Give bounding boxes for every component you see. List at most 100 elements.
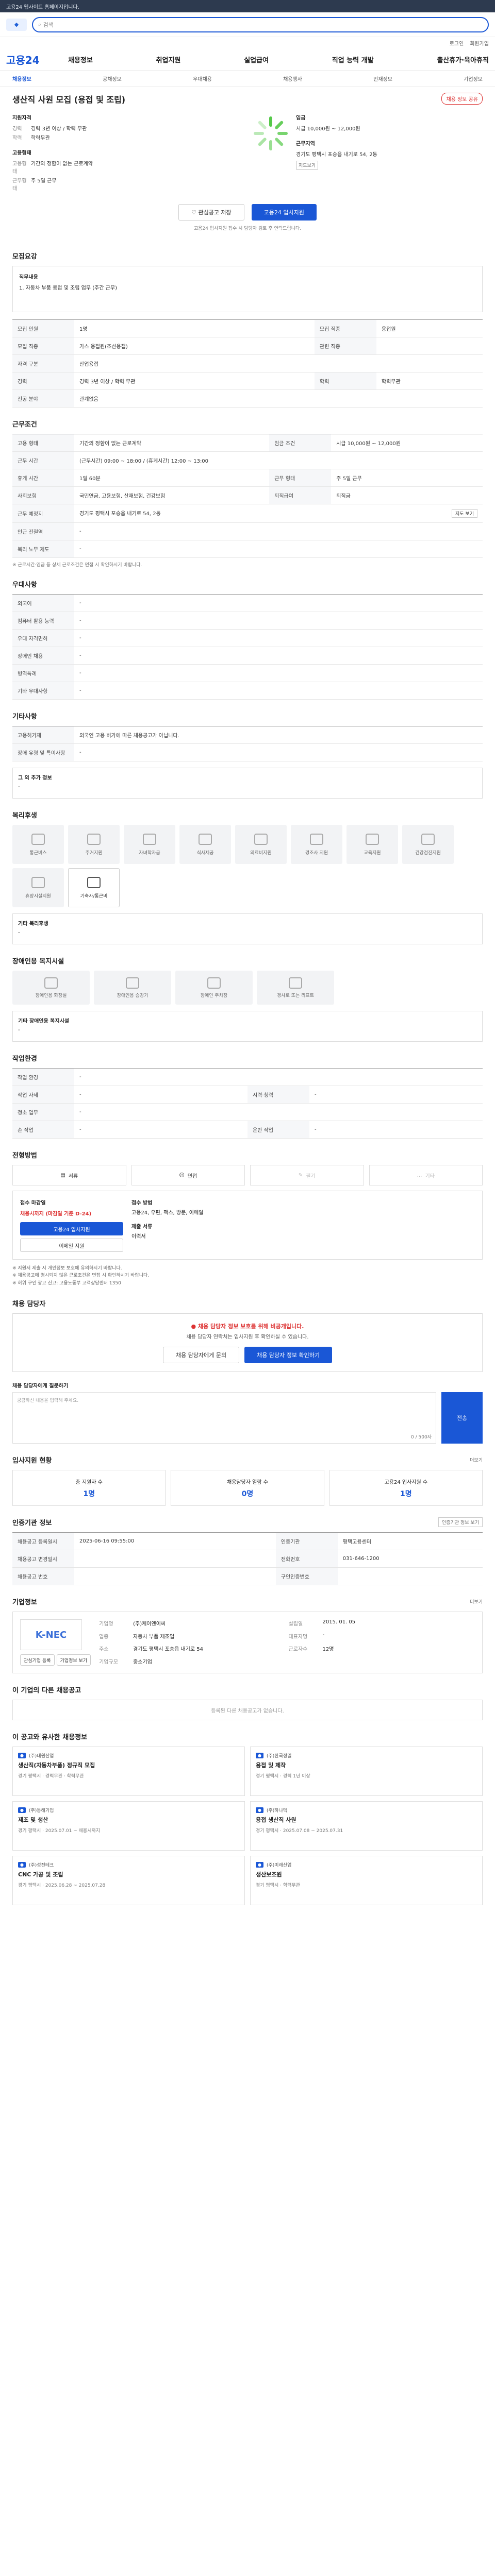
table-head: 장애인 채용 [12,647,74,665]
table-head: 모집 직종 [314,319,376,337]
method-step: ✎ 필기 [250,1165,364,1185]
gnb-item-benefit[interactable]: 실업급여 [244,55,269,64]
section-status: 입사지원 현황 더보기 총 지원자 수 1명 채용담당자 열람 수 0명 고용24 … [0,1444,495,1506]
rec-card[interactable]: ● (주)대원산업 생산직(자동차부품) 정규직 모집 경기 평택시 · 경력무관 ·… [12,1747,245,1797]
cert-view-button[interactable]: 인증기관 정보 보기 [438,1517,483,1528]
welfare-item: 자녀학자금 [124,825,175,864]
rec-card[interactable]: ● (주)성진테크 CNC 가공 및 조립 경기 평택시 · 2025.06.28 ~… [12,1856,245,1906]
status-card: 고용24 입사지원 수 1명 [329,1470,483,1506]
interest-button[interactable]: ♡ 관심공고 저장 [178,204,244,221]
logo-icon[interactable]: ◆ [6,18,27,31]
contact-ask-button[interactable]: 채용 담당자에게 문의 [163,1347,240,1364]
table-row: 사회보험 국민연금, 고용보험, 산재보험, 건강보험 퇴직급여 퇴직금 [12,486,483,504]
status-more-link[interactable]: 더보기 [470,1456,483,1463]
table-cell: - [74,1086,248,1104]
rec-title: 용접 및 제작 [256,1762,286,1769]
ask-wrap: 궁금하신 내용을 입력해 주세요. 0 / 500자 전송 [12,1392,483,1444]
method-row: ▤ 서류 ☺ 면접 ✎ 필기 … 기타 [12,1165,483,1185]
brand-logo[interactable]: 고용24 [6,52,68,67]
rec-card[interactable]: ● (주)미래산업 생산보조원 경기 평택시 · 학력무관 [250,1856,483,1906]
table-cell [74,1567,276,1586]
signup-link[interactable]: 회원가입 [470,39,489,47]
map-button[interactable]: 지도 보기 [452,509,477,518]
gnb-item-leave[interactable]: 출산휴가·육아휴직 [437,55,489,64]
rec-card[interactable]: ● (주)하나텍 용접 생산직 사원 경기 평택시 · 2025.07.08 ~ 20… [250,1801,483,1851]
subnav-item-jobs[interactable]: 채용정보 [12,75,31,82]
table-cell: - [74,664,483,682]
company-badge-icon: ● [256,1807,263,1814]
table-head: 채용공고 등록일시 [12,1532,74,1551]
table-row: 고용허가제 외국인 고용 허가에 따른 채용공고가 아닙니다. [12,726,483,744]
table-head: 고용 형태 [12,434,74,452]
search-input[interactable]: ⌕ 검색 [32,16,489,32]
subnav-item-company[interactable]: 기업정보 [464,75,483,82]
apply-button-2[interactable]: 고용24 입사지원 [20,1222,123,1235]
table-head: 시력·청력 [248,1086,309,1104]
section-title: 기타사항 [12,713,37,721]
table-cell: 경기도 평택시 포승읍 내기로 54, 2동 [79,511,161,517]
table-cell [337,1567,483,1586]
gnb-item-support[interactable]: 취업지원 [156,55,181,64]
apply-row: ♡ 관심공고 저장 고용24 입사지원 [12,204,483,221]
question-send-button[interactable]: 전송 [441,1392,483,1444]
loading-spinner-icon [253,115,289,151]
section-title: 우대사항 [12,581,37,589]
facility-label: 장애인 주차장 [200,993,228,998]
table-head: 사회보험 [12,486,74,504]
table-head: 휴게 시간 [12,469,74,487]
place-heading: 근무지역 [296,141,315,147]
apply-note: 고용24 입사지원 접수 시 담당자 검토 후 연락드립니다. [193,226,302,231]
rec-title: 생산직(자동차부품) 정규직 모집 [18,1762,95,1769]
docs-heading: 제출 서류 [131,1224,153,1230]
qualify-heading: 지원자격 [12,115,31,121]
table-row: 복리 노무 제도 - [12,540,483,558]
rec-card[interactable]: ● (주)한국정밀 용접 및 제작 경기 평택시 · 경력 1년 이상 [250,1747,483,1797]
pay-heading: 임금 [296,115,306,121]
section-title: 장애인용 복지시설 [12,958,64,965]
company-follow-button[interactable]: 관심기업 등록 [20,1654,55,1666]
subnav-item-public[interactable]: 공채정보 [103,75,122,82]
interview-icon: ☺ [179,1172,185,1178]
section-title: 기업정보 [12,1599,37,1607]
table-head: 채용공고 변경일시 [12,1550,74,1568]
table-head: 근무 예정지 [12,504,74,523]
welfare-item: 통근버스 [12,825,64,864]
section-etc: 기타사항 고용허가제 외국인 고용 허가에 따른 채용공고가 아닙니다. 장애 유… [0,700,495,799]
company-value: (주)케이엔이씨 [133,1621,166,1628]
gnb-item-training[interactable]: 직업 능력 개발 [332,55,374,64]
subnav-item-events[interactable]: 채용행사 [283,75,302,82]
facility-label: 장애인용 화장실 [35,993,67,998]
section-recruit: 모집요강 직무내용 1. 자동차 부품 용접 및 조립 업무 (주간 근무) 모… [0,240,495,408]
subnav-item-talent[interactable]: 인재정보 [373,75,392,82]
table-cell: - [74,1103,483,1121]
method-step: ☺ 면접 [131,1165,245,1185]
share-button[interactable]: 채용 정보 공유 [441,93,483,105]
subnav-item-preferred[interactable]: 우대채용 [193,75,212,82]
rec-card[interactable]: ● (주)동해기업 제조 및 생산 경기 평택시 · 2025.07.01 ~ 채용시… [12,1801,245,1851]
company-badge-icon: ● [18,1862,26,1868]
company-view-button[interactable]: 기업정보 보기 [56,1654,91,1666]
table-cell: - [74,594,483,612]
facility-item: 장애인 주차장 [175,971,253,1005]
login-link[interactable]: 로그인 [450,39,464,47]
question-input[interactable]: 궁금하신 내용을 입력해 주세요. 0 / 500자 [12,1392,436,1444]
company-more-link[interactable]: 더보기 [470,1598,483,1605]
map-view-button[interactable]: 지도보기 [296,161,319,170]
toilet-icon [44,977,58,989]
section-pref: 우대사항 외국어 - 컴퓨터 활용 능력 - 우대 자격면허 - 장애인 채용 - 병역… [0,568,495,700]
qualify-key: 학력 [12,135,22,141]
qualify-value: 경력 3년 이상 / 학력 무관 [31,126,87,132]
table-head: 전공 분야 [12,389,74,408]
table-cell: 기간의 정함이 없는 근로계약 [74,434,270,452]
email-apply-button[interactable]: 이메일 지원 [20,1239,123,1252]
docs-text: 이력서 [131,1234,146,1240]
table-cell: 외국인 고용 허가에 따른 채용공고가 아닙니다. [74,726,483,744]
company-value: - [322,1632,325,1638]
apply-button[interactable]: 고용24 입사지원 [251,204,317,221]
contact-view-button[interactable]: 채용 담당자 정보 확인하기 [244,1347,332,1364]
env-table: 작업 환경 - 작업 자세 - 시력·청력 - 청소 업무 - 손 작업 - 운반 작업 - [12,1068,483,1139]
disabled-box-label: 기타 장애인용 복지시설 [18,1019,69,1024]
gnb-item-jobs[interactable]: 채용정보 [68,55,93,64]
table-head: 인근 전철역 [12,522,74,540]
rec-title: 제조 및 생산 [18,1817,48,1824]
